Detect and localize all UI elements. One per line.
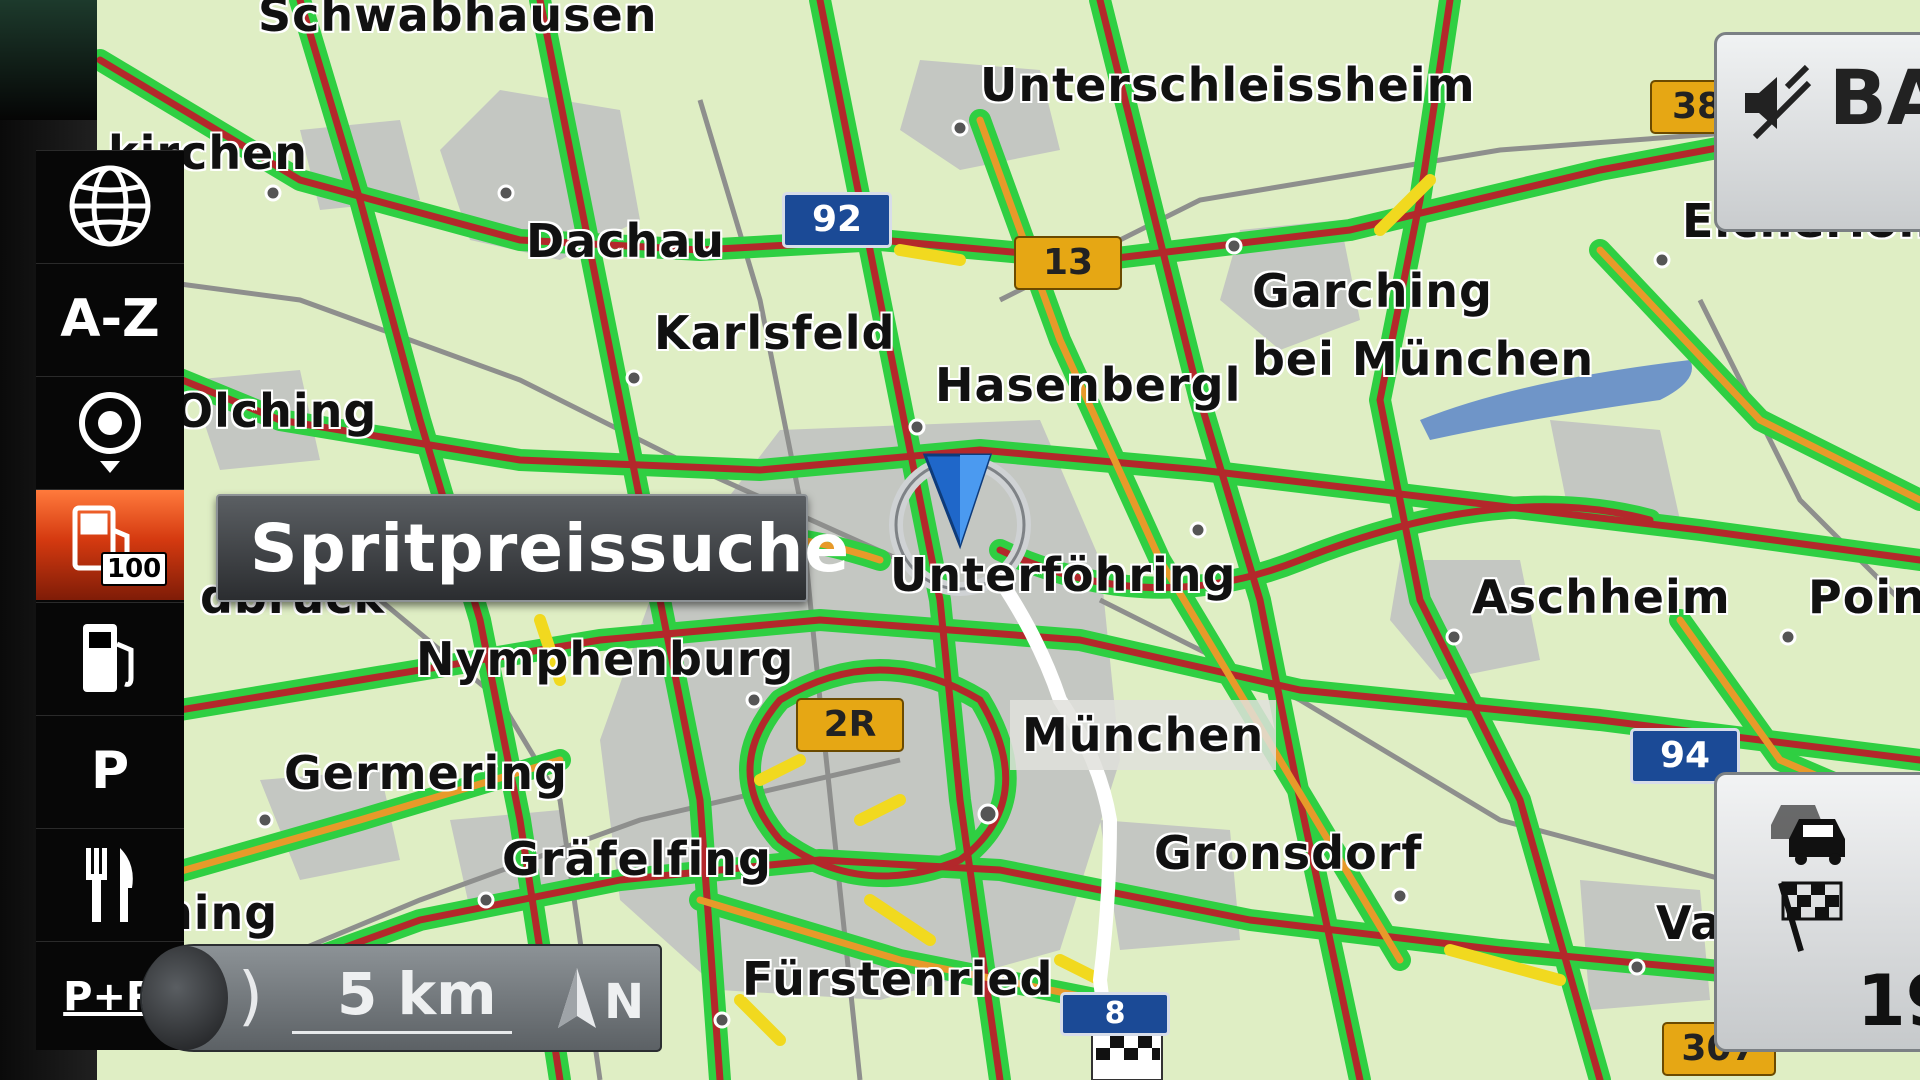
route-info-panel[interactable]: 19 <box>1714 772 1920 1052</box>
scale-line <box>292 1031 512 1034</box>
menu-item-az[interactable]: A-Z <box>36 263 184 374</box>
route-info-value: 19 <box>1857 960 1920 1042</box>
audio-status-panel[interactable]: BA <box>1714 32 1920 232</box>
place-label: Schwabhausen <box>258 0 658 42</box>
scale-bracket: ) <box>238 960 263 1034</box>
tooltip-text: Spritpreissuche <box>250 509 851 587</box>
poi-menu: A-Z 100 P P+R <box>36 150 184 1050</box>
road-shield: 8 <box>1060 992 1170 1036</box>
place-label: Unterföhring <box>890 548 1237 602</box>
place-label: Fürstenried <box>742 952 1054 1006</box>
mute-icon <box>1735 63 1815 143</box>
menu-item-label: A-Z <box>60 289 160 349</box>
menu-item-label: P <box>90 741 130 801</box>
menu-item-world[interactable] <box>36 150 184 261</box>
scale-label: 5 km <box>337 960 497 1028</box>
place-label: Karlsfeld <box>654 306 896 360</box>
globe-icon <box>66 162 154 250</box>
place-label: München <box>1010 700 1277 770</box>
audio-source-label: BA <box>1829 53 1920 142</box>
place-label: Nymphenburg <box>416 632 795 686</box>
place-label: Dachau <box>526 214 726 268</box>
destination-flag-icon <box>1771 875 1851 955</box>
zoom-knob[interactable] <box>142 946 228 1050</box>
fork-knife-icon <box>80 844 140 924</box>
road-shield: 2R <box>796 698 904 752</box>
menu-item-location[interactable] <box>36 376 184 487</box>
location-pin-icon <box>75 387 145 477</box>
road-shield: 13 <box>1014 236 1122 290</box>
place-label: bei München <box>1252 332 1595 386</box>
fuel-pump-icon <box>75 618 145 698</box>
road-shield: 92 <box>782 192 892 248</box>
north-arrow-icon <box>552 964 602 1034</box>
map-scale-control[interactable]: ) 5 km N <box>140 944 662 1052</box>
place-label: Poing <box>1808 570 1920 624</box>
fuel-price-icon: 100 <box>65 500 168 590</box>
place-label: Garching <box>1252 264 1493 318</box>
menu-tooltip: Spritpreissuche <box>216 494 849 602</box>
menu-item-restaurant[interactable] <box>36 828 184 939</box>
place-label: Unterschleissheim <box>980 58 1476 112</box>
place-label: Hasenbergl <box>935 358 1242 412</box>
menu-item-fuel[interactable] <box>36 602 184 713</box>
navigation-screen: Schwabhausen Unterschleissheim kirchen D… <box>0 0 1920 1080</box>
place-label: Gronsdorf <box>1154 826 1423 880</box>
menu-item-parking[interactable]: P <box>36 715 184 826</box>
place-label: Olching <box>174 384 378 438</box>
place-label: Germering <box>284 746 568 800</box>
traffic-icon <box>1765 795 1855 865</box>
menu-item-fuel-price[interactable]: 100 <box>36 489 184 600</box>
place-label: Gräfelfing <box>502 832 772 886</box>
place-label: Aschheim <box>1472 570 1731 624</box>
fuel-price-badge: 100 <box>101 552 168 586</box>
north-label: N <box>604 974 645 1030</box>
